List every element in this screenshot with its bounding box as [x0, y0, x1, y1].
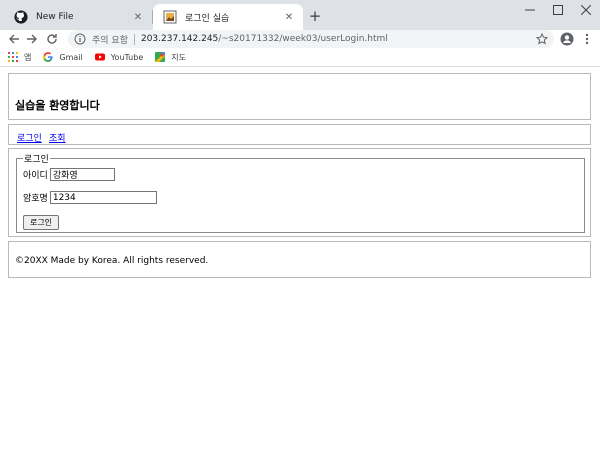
nav-link-login[interactable]: 로그인 — [17, 131, 42, 144]
bookmarks-bar: 앱 Gmail YouTube 지도 — [0, 48, 600, 67]
nav-link-view[interactable]: 조회 — [49, 131, 66, 144]
page-nav: 로그인 조회 — [8, 124, 591, 145]
password-label: 암호명 — [23, 194, 48, 204]
profile-icon[interactable] — [560, 32, 574, 46]
address-bar[interactable]: 주의 요함 203.237.142.245/~s20171332/week03/… — [68, 30, 554, 48]
maps-icon — [155, 52, 166, 62]
fieldset-legend: 로그인 — [23, 152, 50, 165]
bookmark-label: 지도 — [171, 52, 186, 62]
tab-new-file[interactable]: New File ✕ — [4, 4, 152, 30]
tab-close-icon[interactable]: ✕ — [132, 11, 144, 23]
bookmark-maps[interactable]: 지도 — [155, 52, 186, 63]
url-host: 203.237.142.245 — [140, 34, 219, 44]
login-fieldset: 로그인 아이디 암호명 로그인 — [16, 152, 585, 233]
bookmark-apps[interactable]: 앱 — [8, 52, 31, 63]
id-label: 아이디 — [23, 171, 48, 181]
page-header: 실습을 환영합니다 — [8, 73, 591, 120]
tab-close-icon[interactable]: ✕ — [283, 11, 295, 23]
new-tab-button[interactable]: + — [306, 7, 324, 25]
tab-title: 로그인 실습 — [185, 13, 230, 24]
page-viewport: 실습을 환영합니다 로그인 조회 로그인 아이디 암호명 로그인 ©20XX M… — [0, 68, 600, 449]
omnibox-divider — [133, 33, 135, 45]
info-icon[interactable] — [74, 33, 86, 45]
url-text: 203.237.142.245/~s20171332/week03/userLo… — [141, 34, 388, 44]
browser-toolbar: 주의 요함 203.237.142.245/~s20171332/week03/… — [0, 30, 600, 48]
google-icon — [43, 52, 53, 62]
page-footer: ©20XX Made by Korea. All rights reserved… — [8, 241, 591, 278]
password-field[interactable] — [49, 191, 157, 204]
url-path: /~s20171332/week03/userLogin.html — [218, 34, 388, 44]
security-label: 주의 요함 — [92, 35, 128, 46]
bookmark-gmail[interactable]: Gmail — [43, 52, 83, 62]
reload-button[interactable] — [44, 30, 60, 48]
forward-button[interactable] — [24, 30, 40, 48]
github-icon — [14, 10, 28, 24]
forward-arrow-icon — [27, 34, 37, 44]
apps-grid-icon — [8, 52, 18, 62]
page-favicon — [163, 10, 177, 24]
footer-copyright: ©20XX Made by Korea. All rights reserved… — [15, 256, 209, 266]
tab-title: New File — [36, 12, 74, 22]
bookmark-star-icon[interactable] — [535, 32, 549, 45]
password-row: 암호명 — [23, 191, 157, 204]
login-button[interactable]: 로그인 — [23, 215, 59, 230]
bookmark-youtube[interactable]: YouTube — [94, 52, 144, 62]
bookmark-label: 앱 — [24, 52, 32, 62]
id-field[interactable] — [49, 168, 115, 181]
back-button[interactable] — [6, 30, 22, 48]
page-main: 로그인 아이디 암호명 로그인 — [8, 148, 591, 237]
page-title: 실습을 환영합니다 — [15, 99, 100, 112]
bookmark-label: Gmail — [59, 52, 83, 62]
back-arrow-icon — [9, 34, 19, 44]
kebab-menu-icon[interactable] — [580, 32, 594, 46]
id-row: 아이디 — [23, 168, 115, 181]
bookmark-label: YouTube — [110, 52, 144, 62]
close-window-button[interactable] — [568, 0, 600, 20]
tab-login-practice[interactable]: 로그인 실습 ✕ — [153, 4, 303, 30]
tab-strip: New File ✕ 로그인 실습 ✕ + — [0, 0, 600, 30]
youtube-icon — [94, 52, 105, 62]
reload-icon — [47, 34, 57, 44]
